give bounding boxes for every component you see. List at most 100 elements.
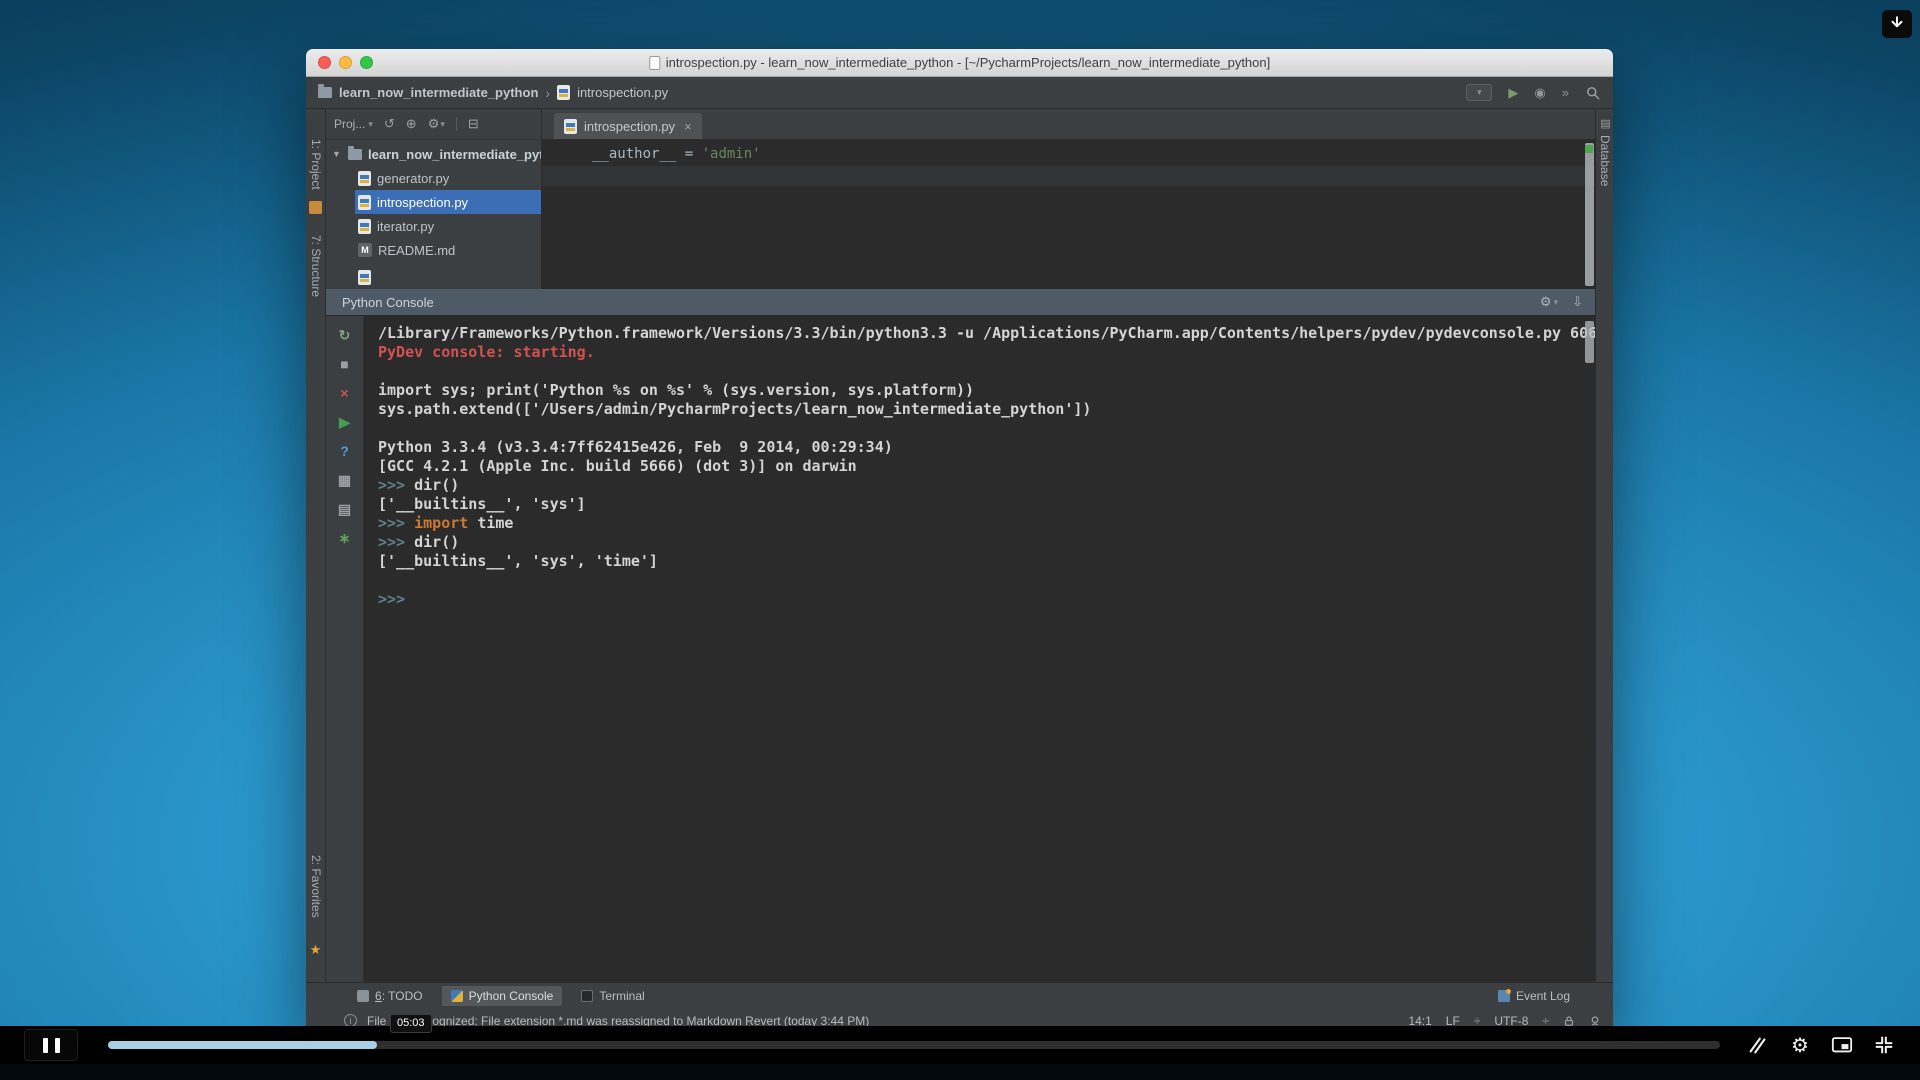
stop-icon[interactable]: ■ xyxy=(336,355,354,373)
rerun-icon[interactable]: ↻ xyxy=(336,326,354,344)
console-line: >>> dir() xyxy=(378,533,460,551)
console-panel: ↻ ■ × ▶? ▦ ▤ ∗ /Library/Frameworks/Python.fram… xyxy=(326,315,1595,982)
console-line: >>> xyxy=(378,590,406,608)
console-header-actions: ⚙ ▾ ⇩ xyxy=(1540,294,1583,310)
tab-label: introspection.py xyxy=(584,118,676,134)
code-line: __author__ = 'admin' xyxy=(592,146,761,162)
expand-arrow-icon[interactable]: ▼ xyxy=(332,149,342,159)
time-tooltip: 05:03 xyxy=(390,1014,432,1033)
tree-item-partial xyxy=(326,265,541,289)
breadcrumb-file[interactable]: introspection.py xyxy=(577,85,668,100)
exit-fullscreen-icon[interactable] xyxy=(1872,1033,1896,1057)
tree-item-readme-md[interactable]: M README.md xyxy=(326,238,541,262)
tool-button-event-log[interactable]: Event Log xyxy=(1489,986,1579,1006)
close-button[interactable] xyxy=(318,56,331,69)
tree-item-label: README.md xyxy=(378,242,456,258)
help-icon[interactable]: ? xyxy=(336,442,354,460)
markdown-file-icon: M xyxy=(358,243,372,257)
chevron-down-icon: ▾ xyxy=(368,118,373,129)
minimize-button[interactable] xyxy=(339,56,352,69)
tool-button-terminal[interactable]: Terminal xyxy=(572,986,653,1006)
editor-tabs: introspection.py × xyxy=(542,109,1595,140)
breadcrumb-project[interactable]: learn_now_intermediate_python xyxy=(339,85,538,100)
tool-button-todo[interactable]: 6: TODO xyxy=(348,986,432,1006)
chevron-down-icon: ▾ xyxy=(1553,296,1559,307)
tool-button-label: 6: TODO xyxy=(375,989,423,1003)
player-controls: ⚙ 05:03 xyxy=(0,1014,1920,1080)
picture-in-picture-icon[interactable] xyxy=(1830,1033,1854,1057)
run-config-dropdown[interactable]: ▾ xyxy=(1466,84,1493,101)
editor-scrollbar[interactable] xyxy=(1585,143,1594,286)
zoom-button[interactable] xyxy=(360,56,373,69)
event-log-icon xyxy=(1497,989,1511,1002)
fast-forward-icon[interactable]: » xyxy=(1562,85,1569,100)
project-panel: Proj... ▾ ↺ ⊕ ⚙ ▾ ⊟ ▼ learn_now_intermediat… xyxy=(326,109,542,289)
close-icon[interactable]: × xyxy=(684,119,692,134)
code-editor[interactable]: __author__ = 'admin' xyxy=(542,140,1595,289)
tool-button-label: Python Console xyxy=(468,989,554,1003)
console-line: >>> dir() xyxy=(378,476,460,494)
favorites-star-icon[interactable]: ★ xyxy=(309,942,322,957)
download-button[interactable] xyxy=(1882,10,1912,38)
attach-debugger-icon[interactable]: ∗ xyxy=(336,529,354,547)
player-controls-row: ⚙ xyxy=(0,1026,1920,1064)
tool-button-python-console[interactable]: Python Console xyxy=(441,986,563,1006)
pause-icon xyxy=(42,1037,48,1053)
tool-stripe-button-2-favorites[interactable]: 2: Favorites xyxy=(309,855,323,918)
pycharm-window: introspection.py - learn_now_intermediat… xyxy=(306,49,1613,1032)
coverage-button[interactable]: ◉ xyxy=(1534,85,1545,101)
navbar-actions: ▾ ▶ ◉ » xyxy=(1466,84,1601,101)
gear-icon[interactable]: ⚙ ▾ xyxy=(428,116,445,132)
tool-stripe-button-7-structure[interactable]: 7: Structure xyxy=(309,235,323,297)
gear-icon[interactable]: ⚙ ▾ xyxy=(1540,294,1558,310)
playback-speed-icon[interactable] xyxy=(1746,1033,1770,1057)
tool-stripe-button-database[interactable]: Database xyxy=(1598,135,1612,186)
console-header: Python Console ⚙ ▾ ⇩ xyxy=(326,289,1595,315)
python-console-icon xyxy=(450,990,463,1002)
python-file-icon xyxy=(358,194,371,210)
console-scrollbar[interactable] xyxy=(1585,321,1594,363)
macos-titlebar: introspection.py - learn_now_intermediat… xyxy=(306,49,1613,77)
console-line: Python 3.3.4 (v3.3.4:7ff62415e426, Feb 9… xyxy=(378,438,893,456)
console-title: Python Console xyxy=(342,294,434,310)
tree-item-label: generator.py xyxy=(377,170,450,186)
video-stage[interactable]: introspection.py - learn_now_intermediat… xyxy=(0,0,1920,1080)
console-line: /Library/Frameworks/Python.framework/Ver… xyxy=(378,324,1595,342)
bookmark-icon[interactable] xyxy=(309,201,322,214)
tree-item-introspection-py[interactable]: introspection.py xyxy=(326,190,541,214)
upper-region: Proj... ▾ ↺ ⊕ ⚙ ▾ ⊟ ▼ learn_now_intermediat… xyxy=(326,109,1595,289)
show-variables-icon[interactable]: ▦ xyxy=(336,471,354,489)
close-icon[interactable]: × xyxy=(336,384,354,402)
pause-icon xyxy=(54,1037,60,1053)
editor-area: introspection.py × __author__ = 'admin' xyxy=(542,109,1595,289)
console-output[interactable]: /Library/Frameworks/Python.framework/Ver… xyxy=(364,316,1595,982)
tree-item-label: iterator.py xyxy=(377,218,435,234)
collapse-all-icon[interactable]: ⊟ xyxy=(468,116,479,132)
progress-bar[interactable] xyxy=(108,1041,1720,1049)
locate-icon[interactable]: ⊕ xyxy=(406,116,417,132)
tree-item-learn-now-intermediate-python[interactable]: ▼ learn_now_intermediate_python xyxy=(326,142,541,166)
tool-stripe-button-1-project[interactable]: 1: Project xyxy=(309,139,323,190)
lock-icon[interactable] xyxy=(1563,1015,1575,1027)
tree-item-iterator-py[interactable]: iterator.py xyxy=(326,214,541,238)
console-line: ['__builtins__', 'sys'] xyxy=(378,495,586,513)
window-title-text: introspection.py - learn_now_intermediat… xyxy=(665,55,1271,70)
run-icon[interactable]: ▶ xyxy=(336,413,354,431)
tab-introspection-py[interactable]: introspection.py × xyxy=(554,113,702,139)
console-settings-icon[interactable]: ▤ xyxy=(336,500,354,518)
console-line: >>> import time xyxy=(378,514,514,532)
search-icon[interactable] xyxy=(1585,85,1601,101)
tool-button-label: Terminal xyxy=(599,989,645,1003)
pause-button[interactable] xyxy=(24,1029,78,1061)
tree-item-generator-py[interactable]: generator.py xyxy=(326,166,541,190)
settings-gear-icon[interactable]: ⚙ xyxy=(1788,1033,1812,1057)
scroll-to-end-icon[interactable]: ⇩ xyxy=(1572,294,1583,310)
console-line: PyDev console: starting. xyxy=(378,343,595,361)
sync-icon[interactable]: ↺ xyxy=(384,116,395,132)
inspection-indicator xyxy=(1585,145,1593,153)
toolbar-divider xyxy=(455,117,457,131)
inspections-profile-icon[interactable] xyxy=(1589,1015,1601,1027)
database-icon[interactable]: ▤ xyxy=(1599,117,1612,130)
project-view-dropdown[interactable]: Proj... ▾ xyxy=(334,117,373,131)
run-button[interactable]: ▶ xyxy=(1508,85,1518,101)
